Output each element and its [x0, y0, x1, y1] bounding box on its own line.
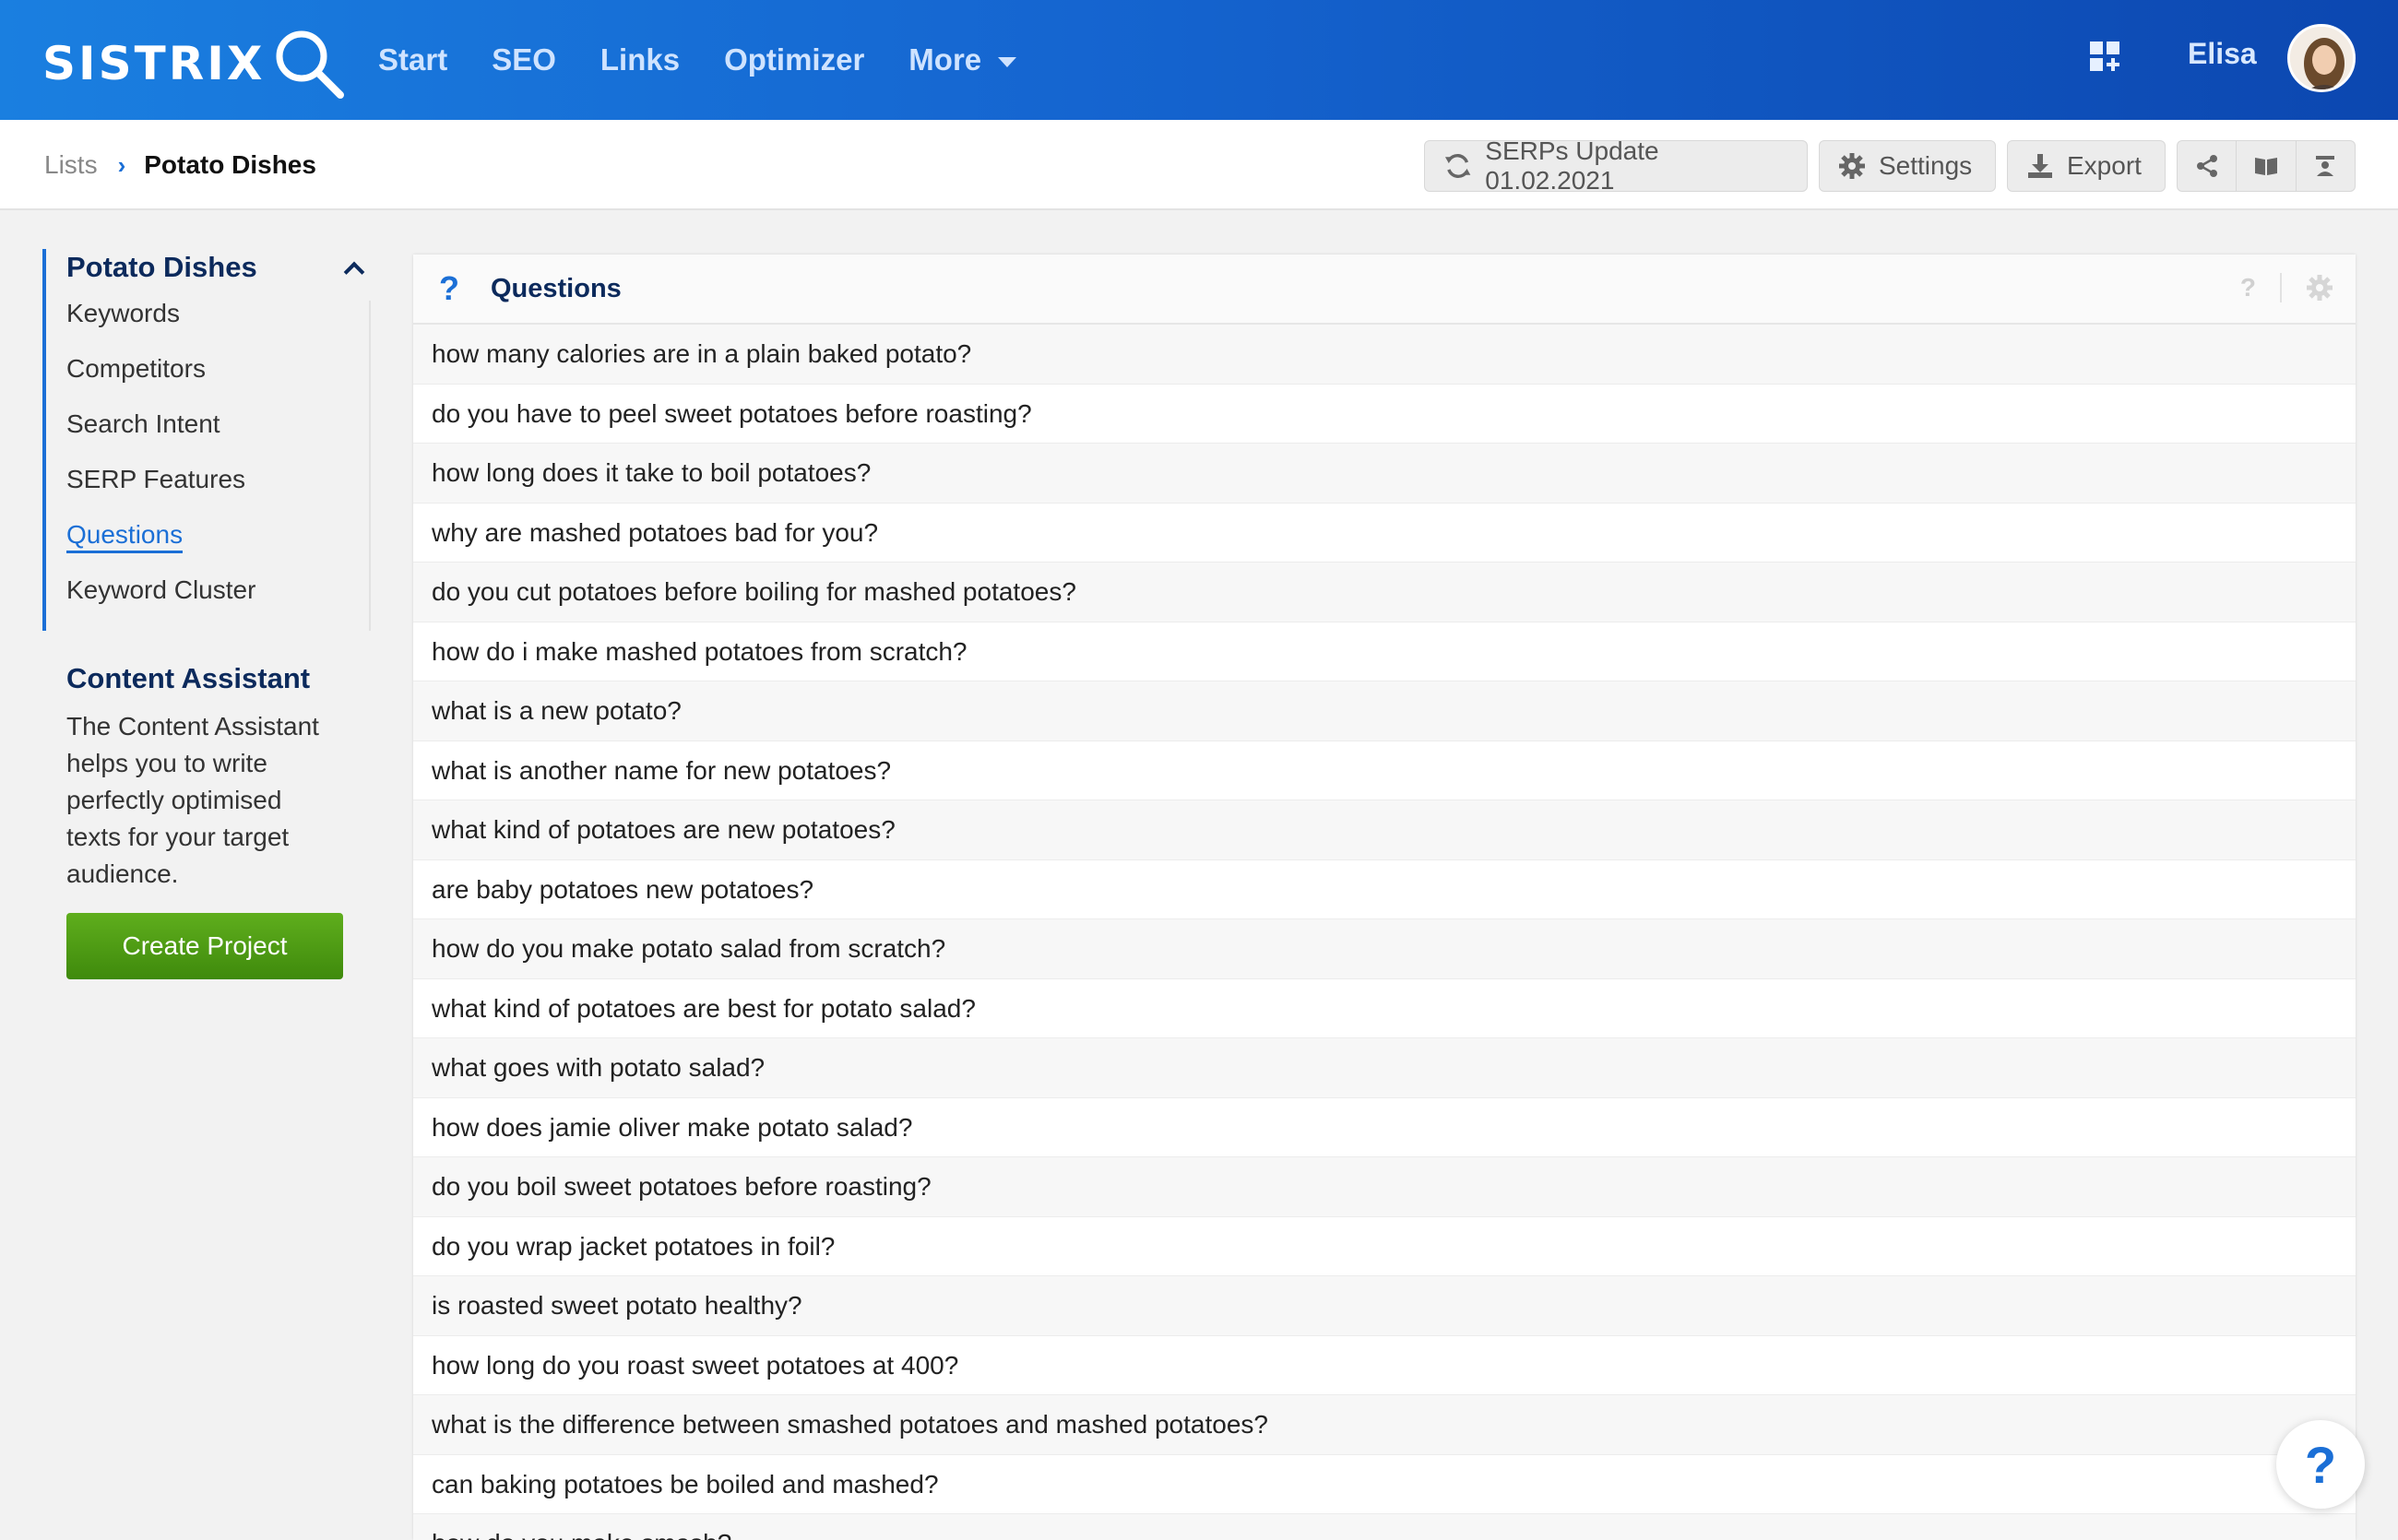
content-assistant-title: Content Assistant	[66, 662, 311, 694]
top-navigation-bar: SISTRIX Start SEO Links Optimizer More E…	[0, 0, 2398, 120]
nav-links[interactable]: Links	[600, 42, 680, 77]
panel-header-actions: ?	[2240, 273, 2333, 302]
nav-seo-label: SEO	[492, 42, 556, 77]
breadcrumb-lists[interactable]: Lists	[44, 150, 98, 180]
avatar[interactable]	[2287, 24, 2356, 92]
download-icon	[2028, 154, 2052, 178]
action-button-group	[2177, 140, 2356, 192]
create-project-button[interactable]: Create Project	[66, 913, 343, 979]
sidebar-item-label: Questions	[66, 520, 184, 553]
question-row[interactable]: what is the difference between smashed p…	[413, 1395, 2356, 1455]
sidebar-item-questions[interactable]: Questions	[66, 507, 374, 563]
sub-toolbar: Lists › Potato Dishes SERPs Update 01.02…	[0, 120, 2398, 210]
export-label: Export	[2067, 151, 2142, 180]
question-row[interactable]: do you boil sweet potatoes before roasti…	[413, 1157, 2356, 1217]
main-nav: Start SEO Links Optimizer More	[378, 0, 1061, 120]
sidebar-item-label: SERP Features	[66, 465, 246, 493]
nav-links-label: Links	[600, 42, 681, 77]
sidebar-item-serp-features[interactable]: SERP Features	[66, 452, 374, 507]
sistrix-logo[interactable]: SISTRIX	[42, 26, 348, 101]
sidebar-item-label: Competitors	[66, 354, 206, 383]
chevron-up-icon[interactable]	[343, 261, 365, 283]
sidebar: Potato Dishes Keywords Competitors Searc…	[42, 249, 374, 979]
sidebar-title: Potato Dishes	[66, 251, 257, 283]
question-row[interactable]: how do you make smash?	[413, 1514, 2356, 1540]
questions-list: how many calories are in a plain baked p…	[413, 325, 2356, 1540]
question-row[interactable]: is roasted sweet potato healthy?	[413, 1276, 2356, 1336]
logo-text: SISTRIX	[42, 37, 266, 90]
serps-update-button[interactable]: SERPs Update 01.02.2021	[1424, 136, 1808, 195]
panel-settings-gear-icon[interactable]	[2306, 274, 2333, 302]
settings-button[interactable]: Settings	[1819, 140, 1996, 192]
sidebar-item-keywords[interactable]: Keywords	[66, 286, 374, 341]
question-row[interactable]: do you wrap jacket potatoes in foil?	[413, 1216, 2356, 1276]
profile-button[interactable]	[2297, 141, 2355, 191]
question-row[interactable]: what kind of potatoes are best for potat…	[413, 978, 2356, 1038]
nav-start-label: Start	[378, 42, 448, 77]
profile-icon	[2316, 156, 2335, 176]
sidebar-item-keyword-cluster[interactable]: Keyword Cluster	[66, 563, 374, 618]
nav-seo[interactable]: SEO	[492, 42, 556, 77]
question-row[interactable]: what goes with potato salad?	[413, 1038, 2356, 1098]
question-row[interactable]: how do you make potato salad from scratc…	[413, 919, 2356, 979]
question-row[interactable]: how do i make mashed potatoes from scrat…	[413, 622, 2356, 681]
question-row[interactable]: do you have to peel sweet potatoes befor…	[413, 384, 2356, 444]
sidebar-item-competitors[interactable]: Competitors	[66, 341, 374, 397]
sidebar-item-label: Keyword Cluster	[66, 575, 256, 604]
nav-more[interactable]: More	[908, 42, 1017, 77]
sidebar-item-label: Keywords	[66, 299, 180, 327]
question-row[interactable]: what is another name for new potatoes?	[413, 740, 2356, 800]
help-icon[interactable]: ?	[2240, 273, 2256, 302]
breadcrumb-current: Potato Dishes	[144, 150, 316, 179]
panel-header: ? Questions ?	[413, 255, 2356, 325]
question-row[interactable]: what kind of potatoes are new potatoes?	[413, 800, 2356, 860]
question-row[interactable]: are baby potatoes new potatoes?	[413, 859, 2356, 919]
nav-more-label: More	[908, 42, 982, 77]
refresh-icon	[1444, 154, 1471, 178]
content-assistant-description: The Content Assistant helps you to write…	[66, 712, 319, 888]
chevron-right-icon: ›	[117, 150, 126, 179]
questions-panel: ? Questions ? how many calories are in a…	[413, 255, 2356, 1540]
help-button[interactable]: ?	[2276, 1420, 2365, 1509]
nav-optimizer-label: Optimizer	[724, 42, 865, 77]
handbook-button[interactable]	[2237, 141, 2297, 191]
user-name[interactable]: Elisa	[2188, 37, 2257, 71]
panel-title: Questions	[491, 273, 622, 303]
question-row[interactable]: what is a new potato?	[413, 681, 2356, 741]
question-row[interactable]: how does jamie oliver make potato salad?	[413, 1097, 2356, 1157]
sidebar-item-search-intent[interactable]: Search Intent	[66, 397, 374, 452]
avatar-image	[2290, 27, 2353, 89]
nav-start[interactable]: Start	[378, 42, 447, 77]
question-icon: ?	[439, 269, 459, 307]
question-row[interactable]: why are mashed potatoes bad for you?	[413, 503, 2356, 563]
question-row[interactable]: do you cut potatoes before boiling for m…	[413, 563, 2356, 622]
apps-grid-icon[interactable]	[2090, 41, 2121, 73]
caret-down-icon	[998, 56, 1017, 67]
share-button[interactable]	[2178, 141, 2238, 191]
share-icon	[2196, 155, 2217, 177]
question-row[interactable]: how long does it take to boil potatoes?	[413, 444, 2356, 503]
sidebar-item-label: Search Intent	[66, 409, 220, 438]
question-row[interactable]: can baking potatoes be boiled and mashed…	[413, 1454, 2356, 1514]
settings-label: Settings	[1879, 151, 1973, 180]
question-row[interactable]: how many calories are in a plain baked p…	[413, 325, 2356, 385]
nav-optimizer[interactable]: Optimizer	[724, 42, 864, 77]
divider	[2280, 273, 2282, 302]
serps-update-label: SERPs Update 01.02.2021	[1485, 136, 1659, 195]
book-icon	[2254, 158, 2277, 175]
breadcrumb: Lists › Potato Dishes	[44, 120, 316, 210]
export-button[interactable]: Export	[2007, 140, 2166, 192]
sidebar-nav: Potato Dishes Keywords Competitors Searc…	[42, 249, 374, 631]
search-icon	[276, 30, 345, 99]
question-row[interactable]: how long do you roast sweet potatoes at …	[413, 1335, 2356, 1395]
sidebar-section-header[interactable]: Potato Dishes	[66, 249, 374, 286]
gear-icon	[1839, 153, 1865, 179]
